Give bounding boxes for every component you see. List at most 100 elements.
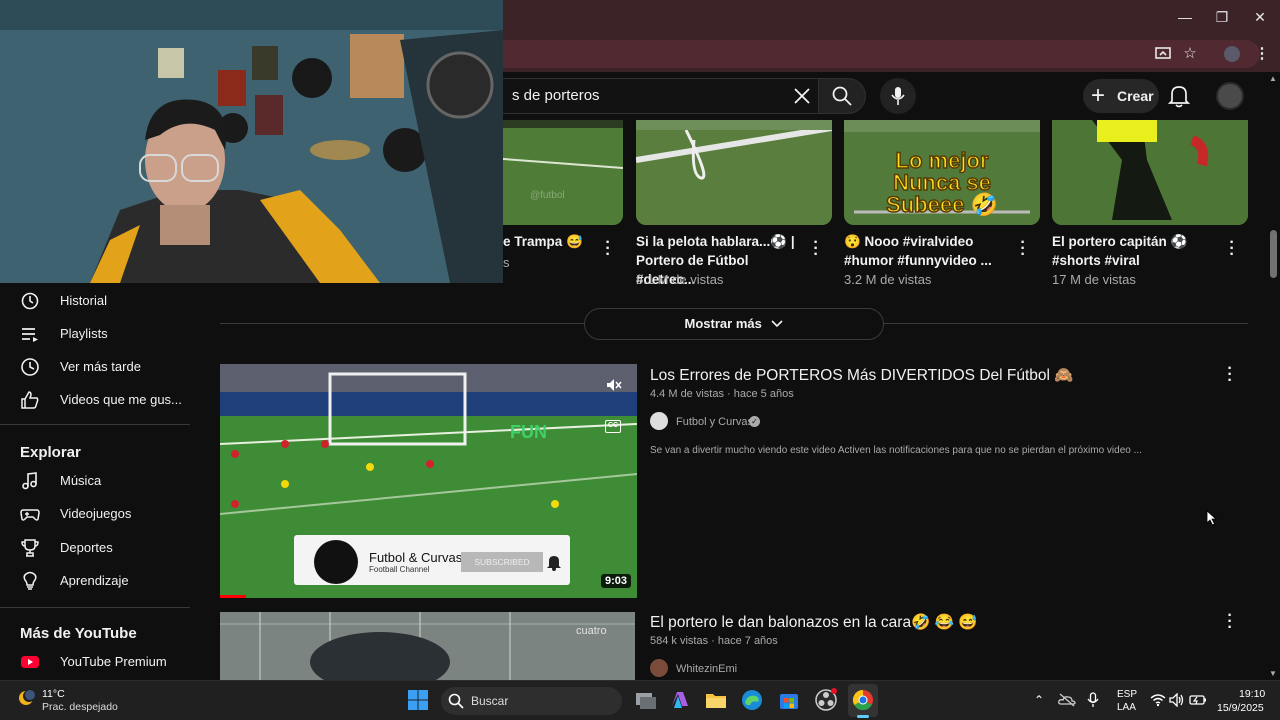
microsoft-store-icon[interactable] (777, 688, 801, 712)
channel-name[interactable]: WhitezinEmi (676, 663, 737, 675)
webcam-overlay (0, 0, 503, 283)
page-scrollbar[interactable] (1268, 72, 1280, 680)
volume-icon[interactable] (1169, 692, 1185, 708)
bookmark-star-icon[interactable]: ☆ (1178, 42, 1202, 66)
language-indicator-bottom[interactable]: LAA (1117, 702, 1136, 713)
svg-text:cuatro: cuatro (576, 625, 607, 637)
more-options-icon[interactable]: · · · (1222, 235, 1242, 263)
short-thumbnail[interactable] (1052, 120, 1248, 225)
sidebar-item-videojuegos[interactable]: Videojuegos (0, 497, 190, 531)
more-options-icon[interactable]: · · · (1013, 235, 1033, 263)
captions-icon[interactable]: CC (605, 420, 621, 433)
short-views: 3.2 M de vistas (844, 272, 932, 287)
tray-overflow-icon[interactable]: ⌃ (1034, 693, 1044, 707)
sidebar-item-label: Música (60, 473, 102, 488)
microphone-tray-icon[interactable] (1086, 692, 1100, 708)
task-view-icon[interactable] (633, 688, 657, 712)
short-views: s (503, 255, 510, 270)
more-options-icon[interactable]: · · · (1220, 361, 1240, 389)
weather-description[interactable]: Prac. despejado (42, 701, 118, 713)
copilot-icon[interactable] (668, 688, 692, 712)
scrollbar-thumb[interactable] (1270, 230, 1277, 278)
svg-text:@futbol: @futbol (530, 190, 565, 201)
overlay-bell-icon (546, 553, 562, 571)
more-options-icon[interactable]: · · · (1220, 608, 1240, 636)
account-avatar[interactable] (1216, 82, 1244, 110)
explore-heading: Explorar (20, 444, 81, 461)
channel-logo (314, 540, 358, 584)
onedrive-icon[interactable] (1058, 692, 1076, 708)
notifications-bell-icon[interactable] (1167, 84, 1194, 110)
restore-button[interactable]: ❐ (1205, 4, 1239, 30)
sidebar-item-label: Videojuegos (60, 506, 132, 521)
wifi-icon[interactable] (1150, 693, 1166, 707)
sidebar-item-historial[interactable]: Historial (0, 284, 190, 318)
clock-date[interactable]: 15/9/2025 (1217, 702, 1264, 714)
video-description: Se van a divertir mucho viendo este vide… (650, 445, 1142, 456)
video-meta: 4.4 M de vistas · hace 5 años (650, 388, 794, 400)
channel-avatar[interactable] (650, 412, 668, 430)
more-options-icon[interactable]: · · · (598, 235, 618, 263)
microphone-button[interactable] (880, 78, 916, 114)
obs-icon[interactable] (814, 688, 838, 712)
weather-temperature[interactable]: 11°C (42, 688, 65, 700)
sidebar-item-label: Historial (60, 293, 107, 308)
sidebar-item-liked-videos[interactable]: Videos que me gus... (0, 383, 190, 417)
windows-start-icon[interactable] (406, 688, 430, 712)
channel-avatar[interactable] (650, 659, 668, 677)
taskbar-search[interactable] (441, 687, 622, 715)
video-duration: 9:03 (601, 574, 632, 588)
music-note-icon (20, 471, 40, 491)
sidebar-item-playlists[interactable]: Playlists (0, 317, 190, 351)
channel-name[interactable]: Futbol y Curvas (676, 416, 753, 428)
sidebar-item-deportes[interactable]: Deportes (0, 531, 190, 565)
weather-icon[interactable] (16, 688, 36, 708)
sidebar-item-aprendizaje[interactable]: Aprendizaje (0, 564, 190, 598)
clock-time[interactable]: 19:10 (1239, 688, 1265, 700)
battery-icon[interactable] (1189, 693, 1207, 707)
short-thumbnail[interactable]: @futbol (490, 120, 623, 225)
svg-text:Subeee 🤣: Subeee 🤣 (886, 192, 998, 219)
edge-icon[interactable] (740, 688, 764, 712)
short-views: 17 M de vistas (1052, 272, 1136, 287)
scroll-up-icon[interactable]: ▲ (1269, 74, 1277, 83)
more-youtube-heading: Más de YouTube (20, 625, 137, 642)
short-views: 5.1 M de vistas (636, 272, 724, 287)
youtube-premium-icon (20, 652, 40, 672)
chrome-icon[interactable] (851, 688, 875, 712)
profile-icon[interactable] (1220, 42, 1244, 66)
language-indicator-top[interactable]: ESP (1117, 689, 1137, 700)
scroll-down-icon[interactable]: ▼ (1269, 669, 1277, 678)
cast-icon[interactable] (1151, 42, 1175, 66)
short-title[interactable]: El portero capitán ⚽ #shorts #viral (1052, 232, 1224, 270)
video-title[interactable]: Los Errores de PORTEROS Más DIVERTIDOS D… (650, 366, 1074, 385)
minimize-button[interactable]: — (1168, 4, 1202, 30)
plus-icon: + (1091, 82, 1106, 109)
sidebar-item-musica[interactable]: Música (0, 464, 190, 498)
search-icon (448, 693, 464, 709)
more-options-icon[interactable]: · · · (806, 235, 826, 263)
chrome-menu-icon[interactable]: ⋮ (1250, 42, 1274, 66)
sidebar-item-ver-mas-tarde[interactable]: Ver más tarde (0, 350, 190, 384)
active-app-indicator (857, 715, 869, 718)
sidebar-item-youtube-premium[interactable]: YouTube Premium (0, 645, 190, 679)
clear-search-icon[interactable] (790, 85, 814, 111)
sidebar-item-label: YouTube Premium (60, 654, 167, 669)
sidebar-item-label: Ver más tarde (60, 359, 141, 374)
sidebar-item-label: Videos que me gus... (60, 392, 182, 407)
search-button[interactable] (818, 78, 866, 114)
search-query-text[interactable]: s de porteros (512, 87, 600, 104)
mouse-cursor-icon (1206, 510, 1218, 526)
sidebar-divider (0, 607, 190, 608)
short-thumbnail[interactable]: Lo mejor Nunca se Subeee 🤣 (844, 120, 1040, 225)
short-title[interactable]: 😯 Nooo #viralvideo #humor #funnyvideo ..… (844, 232, 1016, 270)
mute-icon[interactable] (606, 377, 622, 393)
file-explorer-icon[interactable] (704, 688, 728, 712)
gamepad-icon (20, 504, 40, 524)
short-thumbnail[interactable] (636, 120, 832, 225)
show-more-button[interactable]: Mostrar más (584, 308, 884, 340)
close-window-button[interactable]: ✕ (1243, 4, 1277, 30)
video-thumbnail[interactable]: cuatro (220, 612, 635, 680)
clock-icon (20, 357, 40, 377)
video-title[interactable]: El portero le dan balonazos en la cara🤣 … (650, 613, 978, 632)
